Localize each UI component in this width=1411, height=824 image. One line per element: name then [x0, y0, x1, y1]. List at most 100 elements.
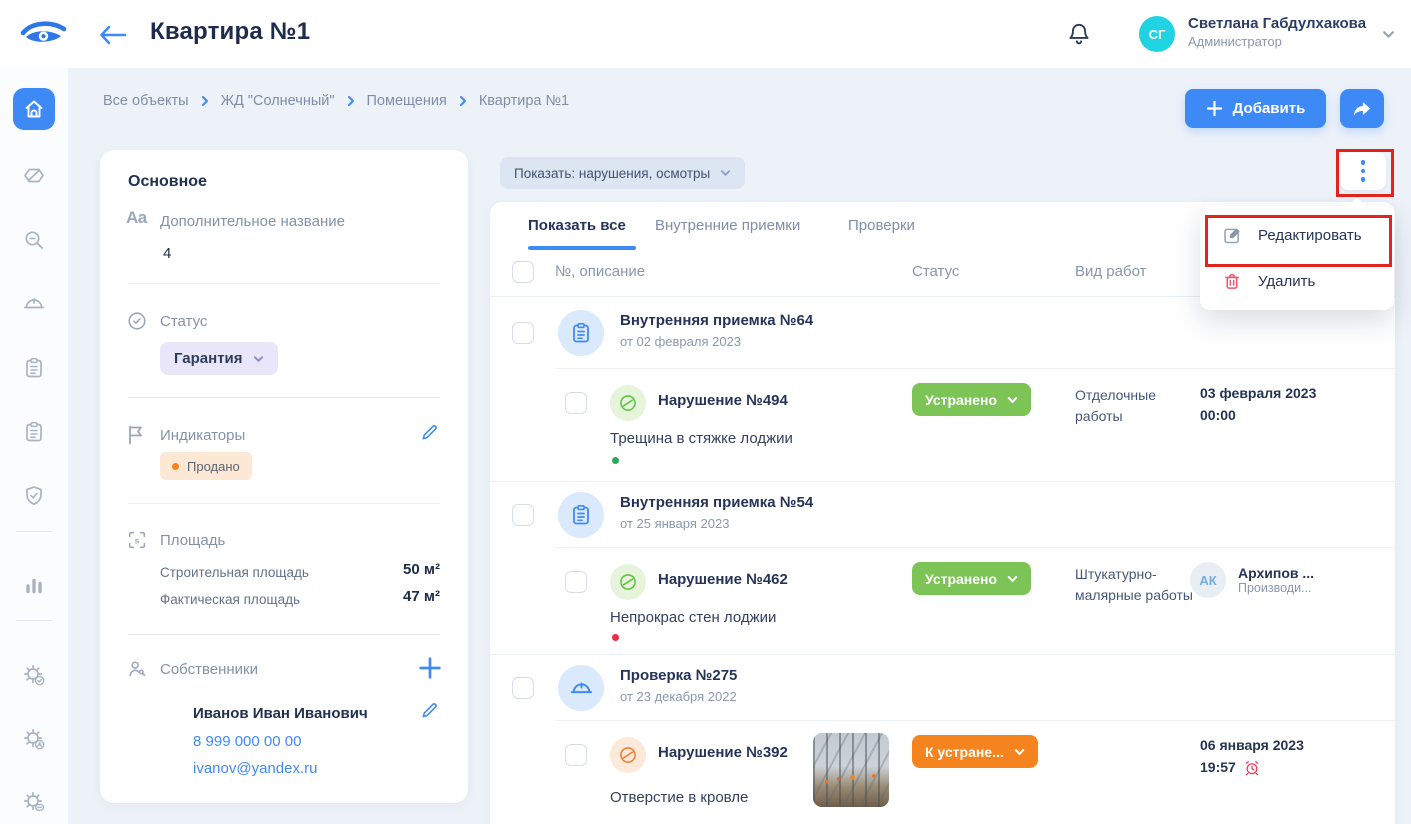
assignee-role: Производи...	[1238, 581, 1314, 595]
row-checkbox[interactable]	[512, 504, 534, 526]
sidebar-item-violations[interactable]	[22, 164, 46, 188]
back-button[interactable]	[98, 22, 132, 48]
panel-heading: Основное	[128, 173, 207, 191]
owner-name: Иванов Иван Иванович	[193, 705, 368, 722]
sidebar-item-analytics[interactable]	[22, 573, 46, 597]
share-button[interactable]	[1340, 89, 1384, 128]
add-button[interactable]: Добавить	[1185, 89, 1326, 128]
clipboard-icon	[22, 356, 46, 380]
breadcrumb-item[interactable]: ЖД "Солнечный"	[221, 93, 335, 109]
sidebar-item-search[interactable]	[22, 228, 46, 252]
group-row-acceptance-54[interactable]: Внутренняя приемка №54 от 25 января 2023	[490, 482, 1395, 548]
group-title[interactable]: Внутренняя приемка №54	[620, 494, 813, 511]
sidebar-divider	[16, 531, 52, 532]
sidebar-item-settings-system[interactable]	[22, 790, 46, 814]
alarm-clock-icon	[1243, 759, 1261, 777]
violation-row-392[interactable]: Нарушение №392 Отверстие в кровле К устр…	[490, 721, 1395, 824]
row-checkbox[interactable]	[565, 744, 587, 766]
row-checkbox[interactable]	[512, 677, 534, 699]
menu-item-edit[interactable]: Редактировать	[1200, 212, 1394, 258]
text-aa-icon: Aa	[126, 208, 147, 228]
top-header: Квартира №1 СГ Светлана Габдулхакова Адм…	[0, 0, 1411, 68]
assignee-cell[interactable]: АК Архипов ... Производи...	[1190, 562, 1314, 598]
status-dropdown-button[interactable]: К устране...	[912, 735, 1038, 768]
indicators-label: Индикаторы	[160, 427, 245, 444]
status-dropdown-button[interactable]: Устранено	[912, 562, 1031, 595]
edit-owner-pencil-icon[interactable]	[420, 700, 440, 720]
flag-icon	[126, 424, 146, 446]
chevron-right-icon	[459, 95, 467, 107]
context-menu: Редактировать Удалить	[1200, 206, 1394, 310]
sidebar-item-checklists[interactable]	[22, 420, 46, 444]
breadcrumb-item[interactable]: Помещения	[367, 93, 447, 109]
home-icon	[22, 97, 46, 121]
notifications-bell-icon[interactable]	[1066, 21, 1092, 47]
chevron-down-icon	[1007, 575, 1018, 583]
inspection-helmet-icon	[558, 665, 604, 711]
acceptance-clipboard-icon	[558, 492, 604, 538]
work-type: Штукатурно-малярные работы	[1075, 564, 1193, 606]
row-checkbox[interactable]	[565, 571, 587, 593]
gear-user-icon	[22, 727, 46, 751]
due-date-cell: 03 февраля 2023 00:00	[1200, 383, 1385, 426]
violation-row-494[interactable]: Нарушение №494 Трещина в стяжке лоджии У…	[490, 369, 1395, 482]
violation-no-entry-icon	[610, 564, 646, 600]
owners-label: Собственники	[160, 661, 258, 678]
sidebar-item-construction[interactable]	[22, 292, 46, 316]
menu-item-delete[interactable]: Удалить	[1200, 258, 1394, 304]
breadcrumb-item-current[interactable]: Квартира №1	[479, 93, 569, 109]
user-menu-chevron-icon[interactable]	[1382, 30, 1395, 39]
extra-name-label: Дополнительное название	[160, 213, 345, 230]
area-row-value: 50 м²	[403, 561, 440, 578]
filter-label: Показать: нарушения, осмотры	[514, 166, 710, 181]
divider	[128, 634, 440, 635]
show-filter-dropdown[interactable]: Показать: нарушения, осмотры	[500, 157, 745, 189]
breadcrumb-item[interactable]: Все объекты	[103, 93, 189, 109]
status-dropdown[interactable]: Гарантия	[160, 342, 278, 375]
edit-indicators-pencil-icon[interactable]	[420, 422, 440, 442]
status-dropdown-button[interactable]: Устранено	[912, 383, 1031, 416]
row-checkbox[interactable]	[512, 322, 534, 344]
violation-description: Непрокрас стен лоджии	[610, 609, 776, 626]
sidebar-item-objects[interactable]	[13, 88, 55, 130]
column-header-description: №, описание	[555, 263, 645, 280]
area-row-label: Строительная площадь	[160, 565, 309, 580]
row-checkbox[interactable]	[565, 392, 587, 414]
group-title[interactable]: Проверка №275	[620, 667, 737, 684]
gear-badge-icon	[22, 790, 46, 814]
column-header-work: Вид работ	[1075, 263, 1146, 280]
kebab-dot	[1361, 160, 1366, 165]
user-role: Администратор	[1188, 34, 1366, 50]
status-label: К устране...	[925, 744, 1004, 760]
tab-internal-acceptances[interactable]: Внутренние приемки	[655, 217, 800, 234]
share-forward-icon	[1351, 98, 1373, 120]
sidebar-item-settings-users[interactable]	[22, 727, 46, 751]
status-label: Статус	[160, 313, 207, 330]
owner-phone-link[interactable]: 8 999 000 00 00	[193, 733, 301, 750]
user-avatar[interactable]: СГ	[1139, 16, 1175, 52]
assignee-avatar: АК	[1190, 562, 1226, 598]
violation-number[interactable]: Нарушение №462	[658, 571, 788, 588]
violation-number[interactable]: Нарушение №392	[658, 744, 788, 761]
add-owner-plus-icon[interactable]	[418, 656, 442, 680]
breadcrumb: Все объекты ЖД "Солнечный" Помещения Ква…	[103, 93, 569, 109]
sidebar-item-warranty[interactable]	[22, 484, 46, 508]
group-row-inspection-275[interactable]: Проверка №275 от 23 декабря 2022	[490, 655, 1395, 721]
chevron-down-icon	[1007, 396, 1018, 404]
select-all-checkbox[interactable]	[512, 261, 534, 283]
violation-row-462[interactable]: Нарушение №462 Непрокрас стен лоджии Уст…	[490, 548, 1395, 655]
more-actions-kebab-button[interactable]	[1340, 152, 1386, 190]
tab-show-all[interactable]: Показать все	[528, 217, 626, 234]
sidebar-item-acceptances[interactable]	[22, 356, 46, 380]
violation-number[interactable]: Нарушение №494	[658, 392, 788, 409]
owner-email-link[interactable]: ivanov@yandex.ru	[193, 760, 317, 777]
violation-photo-thumbnail[interactable]	[813, 733, 889, 807]
add-button-label: Добавить	[1233, 100, 1306, 117]
owner-key-icon	[126, 658, 148, 680]
group-title[interactable]: Внутренняя приемка №64	[620, 312, 813, 329]
sidebar-item-settings-check[interactable]	[22, 663, 46, 687]
kebab-dot	[1361, 177, 1366, 182]
group-date: от 25 января 2023	[620, 516, 729, 531]
trash-icon	[1222, 271, 1242, 292]
tab-inspections[interactable]: Проверки	[848, 217, 915, 234]
